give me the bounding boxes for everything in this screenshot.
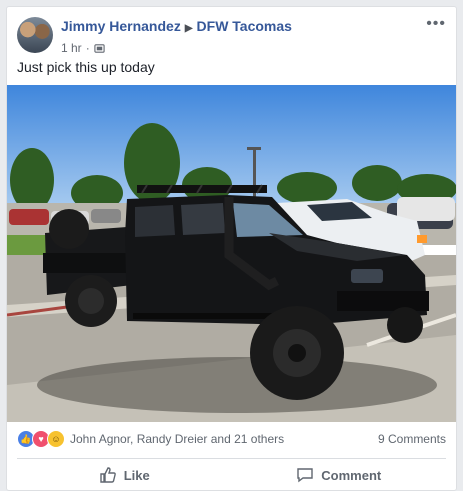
separator-dot: ·: [85, 41, 90, 55]
arrow-right-icon: ▶: [184, 23, 193, 34]
post-sub-line: 1 hr ·: [61, 40, 422, 56]
post-time[interactable]: 1 hr: [61, 40, 82, 56]
more-options-icon[interactable]: •••: [426, 16, 446, 32]
post-text: Just pick this up today: [17, 59, 155, 75]
post-card: Jimmy Hernandez ▶ DFW Tacomas 1 hr · ••• J…: [6, 6, 457, 491]
haha-icon[interactable]: ☺: [47, 430, 65, 448]
post-actions: Like Comment: [17, 460, 446, 490]
reaction-names[interactable]: John Agnor, Randy Dreier and 21 others: [70, 432, 284, 446]
comment-icon: [297, 468, 313, 483]
author-name[interactable]: Jimmy Hernandez: [61, 18, 181, 34]
post-meta: Jimmy Hernandez ▶ DFW Tacomas 1 hr ·: [61, 17, 422, 56]
thumbs-up-icon: [100, 467, 116, 483]
avatar[interactable]: [17, 17, 53, 53]
comment-label: Comment: [321, 467, 382, 483]
actions-divider: [17, 458, 446, 459]
truck-photo: [7, 85, 456, 422]
reactions-bar: 👍 ♥ ☺ John Agnor, Randy Dreier and 21 ot…: [17, 429, 446, 449]
author-line: Jimmy Hernandez ▶ DFW Tacomas: [61, 17, 422, 38]
like-label: Like: [123, 467, 150, 483]
comment-button[interactable]: Comment: [232, 460, 447, 490]
comments-count[interactable]: 9 Comments: [378, 432, 446, 446]
post-photo[interactable]: [7, 85, 456, 422]
audience-icon[interactable]: [94, 43, 105, 54]
like-button[interactable]: Like: [17, 460, 232, 490]
post-header: Jimmy Hernandez ▶ DFW Tacomas 1 hr · •••: [17, 16, 446, 56]
group-name[interactable]: DFW Tacomas: [197, 18, 292, 34]
